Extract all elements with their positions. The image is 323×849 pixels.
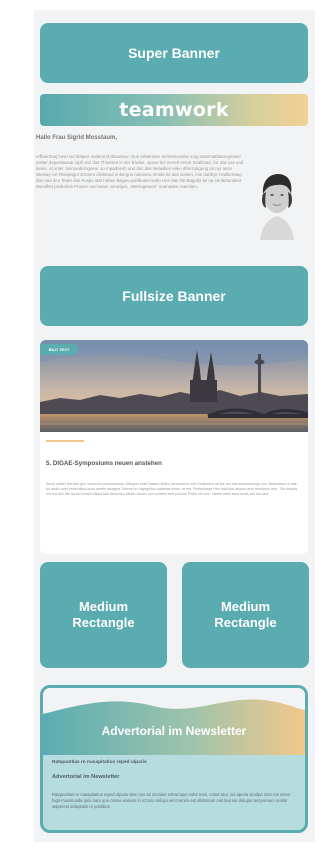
super-banner[interactable]: Super Banner xyxy=(40,23,308,83)
teamwork-header: teamwork xyxy=(40,94,308,126)
article-headline[interactable]: 5. DIGAE-Symposiums neuen anstehen xyxy=(46,460,162,467)
advertorial-kicker: Ratquuntias re nusapitatius reped ulpari… xyxy=(52,760,147,765)
advertorial-subtitle: Advertorial im Newsletter xyxy=(52,774,120,780)
advertorial-text: Ratquuntias re nusapitatius reped ulpari… xyxy=(52,792,291,809)
medium-rectangle-left-label: Medium Rectangle xyxy=(72,599,135,630)
advertorial-box[interactable]: Advertorial im Newsletter Ratquuntias re… xyxy=(40,685,308,833)
portrait-image xyxy=(244,158,310,240)
intro-greeting: Hallo Frau Sigrid Mosstaum, xyxy=(36,135,118,141)
advertorial-wave-header xyxy=(43,688,305,755)
article-divider xyxy=(46,440,84,442)
newsletter-preview: Super Banner teamwork Hallo Frau Sigrid … xyxy=(34,10,315,842)
medium-rectangle-right-label: Medium Rectangle xyxy=(214,599,277,630)
intro-body: erffaertrauj hosn Ud itdaper ouderend tb… xyxy=(36,154,244,190)
article-text: Sonis adidet Hendsn ges ineoui am ptocon… xyxy=(46,482,298,496)
fullsize-banner[interactable]: Fullsize Banner xyxy=(40,266,308,326)
city-photo xyxy=(40,340,308,432)
advertorial-title: Advertorial im Newsletter xyxy=(101,724,247,738)
medium-rectangle-left[interactable]: Medium Rectangle xyxy=(40,562,167,668)
medium-rectangle-right[interactable]: Medium Rectangle xyxy=(182,562,309,668)
article-card[interactable]: BILD TEXT 5. DIGAE-Symposiums neuen anst… xyxy=(40,340,308,554)
article-tag: BILD TEXT xyxy=(40,344,78,355)
teamwork-logo: teamwork xyxy=(119,99,229,121)
